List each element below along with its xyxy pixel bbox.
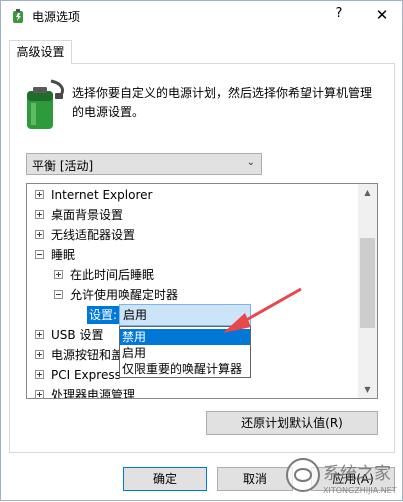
- tree-item-label: PCI Express: [51, 368, 121, 382]
- tree-item-label: Internet Explorer: [51, 188, 153, 202]
- expand-icon[interactable]: [35, 390, 44, 398]
- tree-item-label: USB 设置: [51, 328, 104, 342]
- tree-item-label: 处理器电源管理: [51, 388, 136, 399]
- close-button[interactable]: ✕: [372, 4, 392, 26]
- power-plan-select[interactable]: 平衡 [活动] ⌄: [26, 153, 262, 175]
- power-options-icon: [13, 9, 23, 23]
- tree-item-label: 允许使用唤醒定时器: [70, 288, 179, 302]
- dropdown-option-important-only[interactable]: 仅限重要的唤醒计算器: [120, 361, 250, 377]
- power-plan-value: 平衡 [活动]: [32, 159, 94, 173]
- restore-defaults-button[interactable]: 还原计划默认值(R): [206, 411, 378, 435]
- watermark-url: XITONGZHIJIA.NET: [323, 486, 397, 495]
- tree-item-sleep-after[interactable]: 在此时间后睡眠: [54, 265, 154, 285]
- tree-item-internet-explorer[interactable]: Internet Explorer: [35, 185, 152, 205]
- collapse-icon[interactable]: [54, 290, 63, 299]
- tree-item-power-buttons[interactable]: 电源按钮和盖: [35, 345, 123, 365]
- tree-item-label: 在此时间后睡眠: [70, 268, 155, 282]
- dropdown-option-enable[interactable]: 启用: [120, 345, 250, 361]
- tree-item-pci-express[interactable]: PCI Express: [35, 365, 121, 385]
- expand-icon[interactable]: [35, 330, 44, 339]
- tree-item-wireless-adapter[interactable]: 无线适配器设置: [35, 225, 135, 245]
- scroll-up-icon[interactable]: ▲: [358, 184, 377, 201]
- expand-icon[interactable]: [35, 210, 44, 219]
- tree-item-wake-timers[interactable]: 允许使用唤醒定时器: [54, 285, 178, 305]
- tab-advanced-settings[interactable]: 高级设置: [9, 40, 72, 64]
- expand-icon[interactable]: [35, 190, 44, 199]
- scroll-down-icon[interactable]: ▼: [358, 381, 377, 398]
- expand-icon[interactable]: [35, 370, 44, 379]
- help-button[interactable]: ?: [331, 6, 347, 24]
- cancel-button[interactable]: 取消: [217, 467, 293, 491]
- battery-icon: [27, 79, 65, 129]
- tree-scrollbar[interactable]: ▲ ▼: [358, 184, 377, 398]
- power-options-window: 电源选项 ? ✕ 高级设置 选择你要自定义的电源计划，然后选择你希望计算机管理的…: [0, 0, 403, 501]
- annotation-arrow-icon: [223, 287, 302, 333]
- watermark-text: 系统之家: [323, 464, 391, 484]
- expand-icon[interactable]: [35, 230, 44, 239]
- collapse-icon[interactable]: [35, 250, 44, 259]
- tree-item-sleep[interactable]: 睡眠: [35, 245, 75, 265]
- tree-item-label: 电源按钮和盖: [51, 348, 124, 362]
- tree-item-usb-settings[interactable]: USB 设置: [35, 325, 103, 345]
- tree-item-processor-power[interactable]: 处理器电源管理: [35, 385, 136, 399]
- setting-label: 设置:: [87, 306, 120, 324]
- tree-item-desktop-background[interactable]: 桌面背景设置: [35, 205, 123, 225]
- watermark-logo: 系统之家 XITONGZHIJIA.NET: [286, 458, 397, 495]
- chevron-down-icon: ⌄: [246, 157, 255, 168]
- expand-icon[interactable]: [54, 270, 63, 279]
- title-bar: 电源选项 ? ✕: [1, 1, 402, 31]
- plan-description: 选择你要自定义的电源计划，然后选择你希望计算机管理的电源设置。: [72, 86, 373, 119]
- tree-item-label: 睡眠: [51, 248, 76, 262]
- expand-icon[interactable]: [35, 350, 44, 359]
- scroll-thumb[interactable]: [360, 238, 375, 328]
- tree-item-label: 无线适配器设置: [51, 228, 136, 242]
- tree-item-label: 桌面背景设置: [51, 208, 124, 222]
- window-title: 电源选项: [32, 10, 81, 24]
- ok-button[interactable]: 确定: [123, 467, 207, 491]
